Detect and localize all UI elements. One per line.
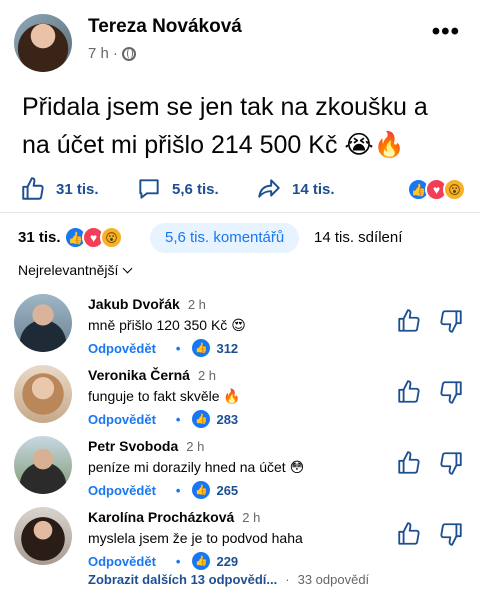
comment-footer: Odpovědět • 👍 312 bbox=[88, 339, 238, 357]
stats-reaction-icons[interactable]: 👍 ♥ 😮 bbox=[64, 226, 123, 249]
dot-separator: • bbox=[175, 340, 181, 356]
comment-item: Jakub Dvořák 2 h mně přišlo 120 350 Kč 😍 … bbox=[0, 290, 480, 360]
comment-time: 2 h bbox=[187, 297, 206, 312]
comment-item: Veronika Černá 2 h funguje to fakt skvěle… bbox=[0, 361, 480, 431]
like-count: 31 tis. bbox=[56, 180, 99, 198]
commenter-name[interactable]: Petr Svoboda 2 h bbox=[88, 438, 204, 454]
comments-pill[interactable]: 5,6 tis. komentářů bbox=[150, 223, 300, 253]
post-meta: 7 h · bbox=[88, 45, 136, 62]
commenter-avatar[interactable] bbox=[14, 294, 72, 352]
comment-like-count[interactable]: 229 bbox=[216, 554, 238, 569]
like-badge-icon: 👍 bbox=[192, 481, 211, 499]
replies-count: 33 odpovědí bbox=[297, 572, 370, 587]
dot-separator: • bbox=[175, 553, 181, 569]
comment-text: mně přišlo 120 350 Kč 😍 bbox=[88, 317, 246, 333]
comment-time: 2 h bbox=[197, 368, 217, 383]
commenter-name-text: Jakub Dvořák bbox=[88, 296, 180, 312]
post-text: Přidala jsem se jen tak na zkoušku a na … bbox=[22, 93, 428, 159]
chevron-down-icon bbox=[122, 263, 133, 273]
more-options-icon[interactable]: ••• bbox=[432, 18, 460, 46]
commenter-avatar[interactable] bbox=[14, 507, 72, 565]
like-badge-icon: 👍 bbox=[192, 339, 211, 357]
post-header: Tereza Nováková 7 h · ••• bbox=[0, 0, 480, 80]
comment-text: peníze mi dorazily hned na účet 😳 bbox=[88, 459, 305, 475]
commenter-name-text: Veronika Černá bbox=[88, 367, 190, 383]
like-badge-icon: 👍 bbox=[192, 552, 211, 570]
share-button[interactable]: 14 tis. bbox=[256, 172, 335, 206]
thumbs-down-icon[interactable] bbox=[438, 521, 464, 547]
comment-like-count[interactable]: 265 bbox=[216, 483, 238, 498]
commenter-name-text: Karolína Procházková bbox=[88, 509, 235, 525]
stats-likes[interactable]: 31 tis. bbox=[18, 229, 61, 246]
sort-label: Nejrelevantnější bbox=[18, 262, 119, 278]
thumbs-up-icon[interactable] bbox=[396, 450, 422, 476]
show-more-replies-link[interactable]: Zobrazit dalších 13 odpovědí... bbox=[88, 572, 277, 587]
thumbs-up-icon bbox=[22, 177, 44, 200]
like-badge-icon: 👍 bbox=[192, 410, 211, 428]
author-name[interactable]: Tereza Nováková bbox=[88, 16, 242, 38]
comment-item: Karolína Procházková 2 h myslela jsem že … bbox=[0, 503, 480, 573]
globe-icon bbox=[121, 46, 136, 61]
commenter-name[interactable]: Karolína Procházková 2 h bbox=[88, 509, 260, 525]
comment-bubble-icon bbox=[139, 179, 159, 199]
reply-button[interactable]: Odpovědět bbox=[88, 554, 156, 569]
comment-button[interactable]: 5,6 tis. bbox=[136, 172, 219, 206]
like-button[interactable]: 31 tis. bbox=[20, 172, 99, 206]
comment-text: myslela jsem že je to podvod haha bbox=[88, 530, 303, 546]
stats-row: 31 tis. 👍 ♥ 😮 5,6 tis. komentářů 14 tis.… bbox=[0, 220, 480, 254]
thumbs-down-icon[interactable] bbox=[438, 450, 464, 476]
share-count: 14 tis. bbox=[292, 180, 335, 198]
wow-reaction-icon: 😮 bbox=[443, 178, 466, 201]
reply-button[interactable]: Odpovědět bbox=[88, 341, 156, 356]
comment-item: Petr Svoboda 2 h peníze mi dorazily hned … bbox=[0, 432, 480, 502]
commenter-avatar[interactable] bbox=[14, 365, 72, 423]
action-bar: 31 tis. 5,6 tis. 14 tis. 👍 ♥ 😮 bbox=[0, 172, 480, 208]
dot-separator: • bbox=[175, 482, 181, 498]
more-replies-row: Zobrazit dalších 13 odpovědí... · 33 odp… bbox=[88, 572, 369, 587]
commenter-name[interactable]: Veronika Černá 2 h bbox=[88, 367, 216, 383]
dot-separator: · bbox=[285, 572, 290, 587]
divider bbox=[0, 212, 480, 213]
comment-footer: Odpovědět • 👍 265 bbox=[88, 481, 238, 499]
thumbs-up-icon[interactable] bbox=[396, 521, 422, 547]
wow-reaction-icon: 😮 bbox=[100, 226, 123, 249]
meta-separator: · bbox=[112, 45, 118, 62]
dot-separator: • bbox=[175, 411, 181, 427]
commenter-name-text: Petr Svoboda bbox=[88, 438, 179, 454]
comment-time: 2 h bbox=[242, 510, 261, 525]
commenter-name[interactable]: Jakub Dvořák 2 h bbox=[88, 296, 206, 312]
thumbs-up-icon[interactable] bbox=[396, 308, 422, 334]
comment-count: 5,6 tis. bbox=[172, 180, 219, 198]
stats-shares[interactable]: 14 tis. sdílení bbox=[314, 229, 402, 246]
comment-time: 2 h bbox=[186, 439, 205, 454]
thumbs-down-icon[interactable] bbox=[438, 308, 464, 334]
reaction-icons[interactable]: 👍 ♥ 😮 bbox=[407, 178, 466, 201]
reply-button[interactable]: Odpovědět bbox=[88, 412, 156, 427]
share-arrow-icon bbox=[258, 179, 280, 198]
comment-footer: Odpovědět • 👍 229 bbox=[88, 552, 238, 570]
commenter-avatar[interactable] bbox=[14, 436, 72, 494]
thumbs-up-icon[interactable] bbox=[396, 379, 422, 405]
comment-text: funguje to fakt skvěle 🔥 bbox=[88, 388, 241, 404]
thumbs-down-icon[interactable] bbox=[438, 379, 464, 405]
reply-button[interactable]: Odpovědět bbox=[88, 483, 156, 498]
author-avatar[interactable] bbox=[14, 14, 72, 72]
post-time[interactable]: 7 h bbox=[88, 45, 109, 62]
sort-dropdown[interactable]: Nejrelevantnější bbox=[18, 262, 133, 278]
comment-like-count[interactable]: 312 bbox=[216, 341, 238, 356]
comment-footer: Odpovědět • 👍 283 bbox=[88, 410, 238, 428]
comment-like-count[interactable]: 283 bbox=[216, 412, 238, 427]
